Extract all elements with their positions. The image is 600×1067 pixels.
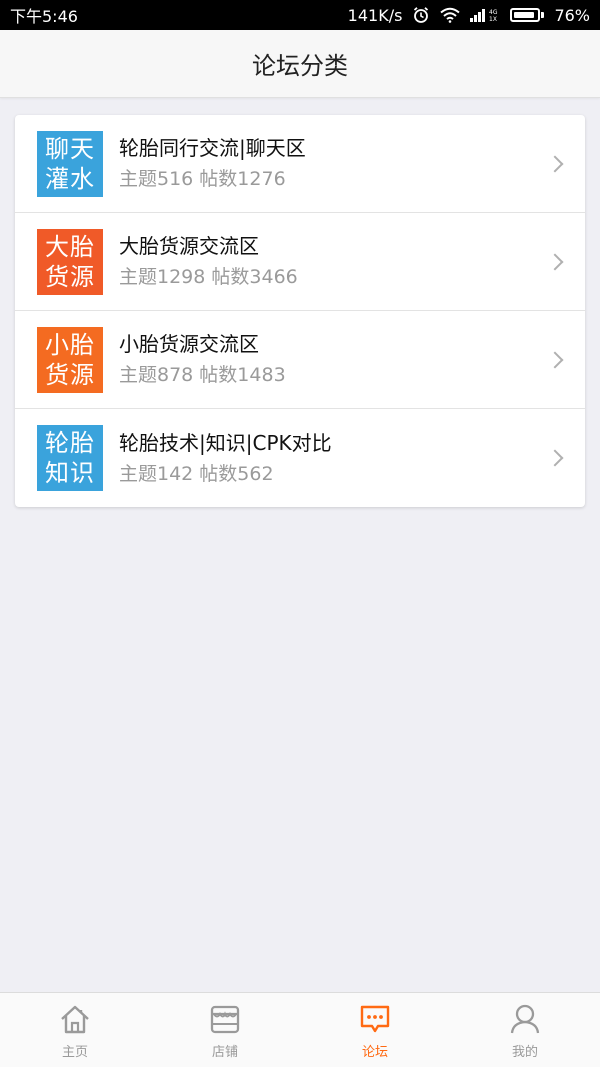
network-speed: 141K/s xyxy=(347,5,403,25)
bottom-nav: 主页 店铺 论坛 我的 xyxy=(0,992,600,1067)
chevron-right-icon xyxy=(546,449,564,467)
svg-text:4G: 4G xyxy=(489,9,498,16)
nav-label: 我的 xyxy=(511,1044,538,1060)
nav-label: 店铺 xyxy=(211,1044,238,1060)
forum-icon-text-line1: 轮胎 xyxy=(45,429,95,457)
forum-item-text: 轮胎同行交流|聊天区 主题516 帖数1276 xyxy=(119,134,539,193)
forum-icon-text-line1: 大胎 xyxy=(45,232,95,261)
wifi-icon xyxy=(440,7,461,23)
forum-item-large-tire[interactable]: 大胎 货源 大胎货源交流区 主题1298 帖数3466 xyxy=(15,213,585,311)
nav-item-home[interactable]: 主页 xyxy=(0,1001,150,1060)
page-header: 论坛分类 xyxy=(0,30,600,98)
nav-item-store[interactable]: 店铺 xyxy=(150,1001,300,1060)
forum-category-icon: 轮胎 知识 xyxy=(37,425,103,491)
nav-label: 主页 xyxy=(61,1044,88,1060)
battery-icon xyxy=(510,8,545,22)
chevron-right-icon xyxy=(546,351,564,368)
page-title: 论坛分类 xyxy=(252,52,348,80)
forum-icon-text-line2: 灌水 xyxy=(45,164,95,193)
svg-text:1X: 1X xyxy=(489,16,497,23)
signal-icon: 4G 1X xyxy=(470,7,500,23)
forum-category-icon: 小胎 货源 xyxy=(37,326,103,393)
forum-item-text: 轮胎技术|知识|CPK对比 主题142 帖数562 xyxy=(119,429,539,488)
forum-icon-text-line1: 小胎 xyxy=(45,330,95,359)
nav-item-forum[interactable]: 论坛 xyxy=(300,1001,450,1060)
forum-stats: 主题142 帖数562 xyxy=(119,462,274,485)
forum-icon-text-line2: 货源 xyxy=(45,360,95,389)
forum-list: 聊天 灌水 轮胎同行交流|聊天区 主题516 帖数1276 大胎 货源 大胎货源… xyxy=(15,115,585,507)
forum-icon xyxy=(357,1001,393,1037)
forum-title: 轮胎技术|知识|CPK对比 xyxy=(119,430,332,455)
home-icon xyxy=(57,1001,93,1037)
status-right-group: 141K/s 4G 1X 76% xyxy=(348,6,590,25)
forum-item-tire-knowledge[interactable]: 轮胎 知识 轮胎技术|知识|CPK对比 主题142 帖数562 xyxy=(15,409,585,507)
forum-icon-text-line2: 知识 xyxy=(45,459,95,487)
forum-category-icon: 聊天 灌水 xyxy=(37,130,103,197)
nav-label: 论坛 xyxy=(361,1044,388,1060)
forum-item-small-tire[interactable]: 小胎 货源 小胎货源交流区 主题878 帖数1483 xyxy=(15,311,585,409)
nav-item-profile[interactable]: 我的 xyxy=(450,1001,600,1060)
forum-item-text: 小胎货源交流区 主题878 帖数1483 xyxy=(119,330,539,389)
status-time: 下午5:46 xyxy=(10,7,78,26)
forum-stats: 主题516 帖数1276 xyxy=(119,168,286,190)
chevron-right-icon xyxy=(546,155,564,172)
status-bar: 下午5:46 141K/s 4G 1X 76% xyxy=(0,0,600,30)
forum-icon-text-line1: 聊天 xyxy=(45,134,95,163)
forum-stats: 主题1298 帖数3466 xyxy=(119,266,298,288)
forum-item-chat[interactable]: 聊天 灌水 轮胎同行交流|聊天区 主题516 帖数1276 xyxy=(15,115,585,213)
profile-icon xyxy=(507,1001,543,1037)
chevron-right-icon xyxy=(546,253,564,270)
forum-title: 大胎货源交流区 xyxy=(119,234,259,258)
forum-title: 小胎货源交流区 xyxy=(119,332,259,356)
alarm-icon xyxy=(412,6,430,24)
forum-stats: 主题878 帖数1483 xyxy=(119,364,286,386)
battery-percent: 76% xyxy=(554,5,590,25)
forum-category-icon: 大胎 货源 xyxy=(37,228,103,295)
forum-title: 轮胎同行交流|聊天区 xyxy=(119,136,306,160)
forum-icon-text-line2: 货源 xyxy=(45,262,95,291)
forum-item-text: 大胎货源交流区 主题1298 帖数3466 xyxy=(119,232,539,291)
store-icon xyxy=(207,1001,243,1037)
